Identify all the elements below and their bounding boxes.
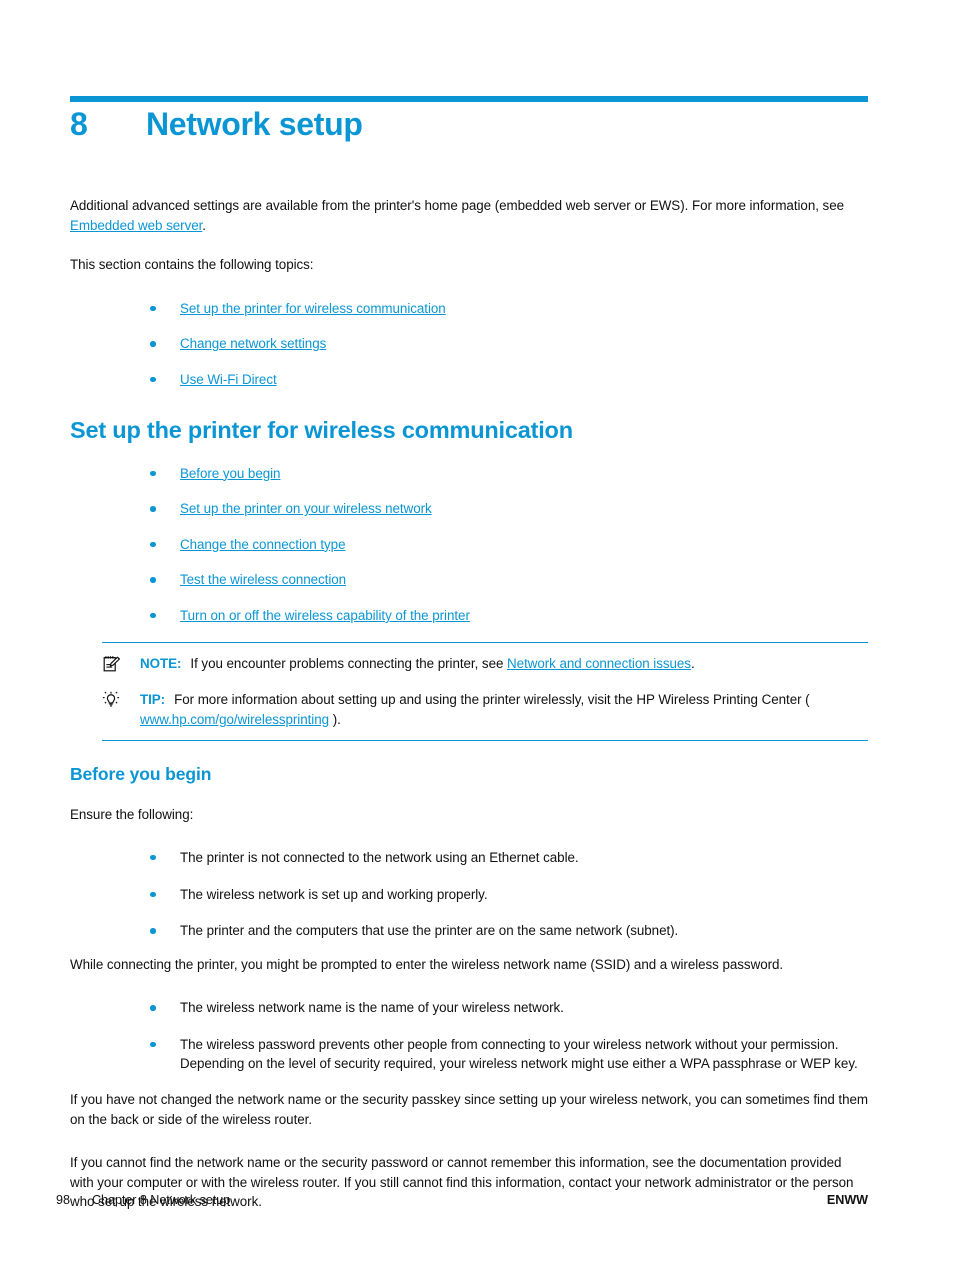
topic-list: Set up the printer for wireless communic… <box>146 299 868 390</box>
link-topic-2[interactable]: Use Wi-Fi Direct <box>180 372 277 387</box>
note-callout: NOTE: If you encounter problems connectin… <box>102 654 868 674</box>
list-item: The printer and the computers that use t… <box>146 921 868 941</box>
page-number: 98 <box>56 1193 70 1207</box>
list-item: The printer is not connected to the netw… <box>146 848 868 868</box>
paragraph-router: If you have not changed the network name… <box>70 1092 868 1127</box>
footer-left: 98 Chapter 8 Network setup <box>56 1193 230 1207</box>
link-embedded-web-server[interactable]: Embedded web server <box>70 218 202 233</box>
note-text-before: If you encounter problems connecting the… <box>190 655 508 671</box>
page-content: Additional advanced settings are availab… <box>70 196 868 1222</box>
footer-chapter-label: Chapter 8 Network setup <box>92 1193 231 1207</box>
link-network-and-connection-issues[interactable]: Network and connection issues <box>507 656 691 671</box>
page-title: Set up the printer for wireless communic… <box>70 416 573 443</box>
lightbulb-icon <box>102 691 122 709</box>
link-topic-0[interactable]: Set up the printer for wireless communic… <box>180 301 446 316</box>
list-item: Set up the printer for wireless communic… <box>146 299 868 319</box>
link-wireless-printing-url[interactable]: www.hp.com/go/wirelessprinting <box>140 712 329 727</box>
list-item: Use Wi-Fi Direct <box>146 370 868 390</box>
link-subtopic-0[interactable]: Before you begin <box>180 466 281 481</box>
link-subtopic-2[interactable]: Change the connection type <box>180 537 346 552</box>
list-item: The wireless password prevents other peo… <box>146 1035 868 1074</box>
tip-text-after: ). <box>329 711 341 727</box>
document-page: 8 Network setup Additional advanced sett… <box>0 0 954 1271</box>
list-item: Change the connection type <box>146 535 868 555</box>
subtopic-list: Before you begin Set up the printer on y… <box>146 464 868 626</box>
link-subtopic-1[interactable]: Set up the printer on your wireless netw… <box>180 501 432 516</box>
page-footer: 98 Chapter 8 Network setup ENWW <box>56 1193 868 1207</box>
note-pad-icon <box>102 655 122 673</box>
ensure-following-label: Ensure the following: <box>70 807 194 823</box>
note-label: NOTE: <box>140 655 182 671</box>
section-contains-label: This section contains the following topi… <box>70 257 314 273</box>
tip-callout: TIP: For more information about setting u… <box>102 690 868 729</box>
subsection-heading-before-you-begin: Before you begin <box>70 764 212 785</box>
intro-paragraph: Additional advanced settings are availab… <box>70 196 868 235</box>
paragraph-prompt: While connecting the printer, you might … <box>70 956 784 972</box>
intro-text-after: . <box>202 217 206 233</box>
intro-text-before: Additional advanced settings are availab… <box>70 198 844 213</box>
list-item: The wireless network name is the name of… <box>146 998 868 1018</box>
chapter-rule <box>70 96 868 102</box>
callout-block: NOTE: If you encounter problems connectin… <box>102 641 868 742</box>
list-item: Change network settings <box>146 334 868 354</box>
chapter-title: 8 Network setup <box>70 106 868 143</box>
link-subtopic-3[interactable]: Test the wireless connection <box>180 572 346 587</box>
chapter-number: 8 <box>70 106 88 142</box>
tip-label: TIP: <box>140 692 166 708</box>
tip-text-before: For more information about setting up an… <box>174 692 810 708</box>
list-item: Before you begin <box>146 464 868 484</box>
link-topic-1[interactable]: Change network settings <box>180 336 326 351</box>
list-item: Turn on or off the wireless capability o… <box>146 606 868 626</box>
chapter-heading: Network setup <box>146 106 363 142</box>
link-subtopic-4[interactable]: Turn on or off the wireless capability o… <box>180 608 470 623</box>
list-item: The wireless network is set up and worki… <box>146 885 868 905</box>
list-item: Set up the printer on your wireless netw… <box>146 499 868 519</box>
footer-locale: ENWW <box>826 1193 868 1207</box>
checklist: The printer is not connected to the netw… <box>146 848 868 941</box>
list-item: Test the wireless connection <box>146 570 868 590</box>
note-text-after: . <box>690 655 695 671</box>
detail-list: The wireless network name is the name of… <box>146 998 868 1074</box>
